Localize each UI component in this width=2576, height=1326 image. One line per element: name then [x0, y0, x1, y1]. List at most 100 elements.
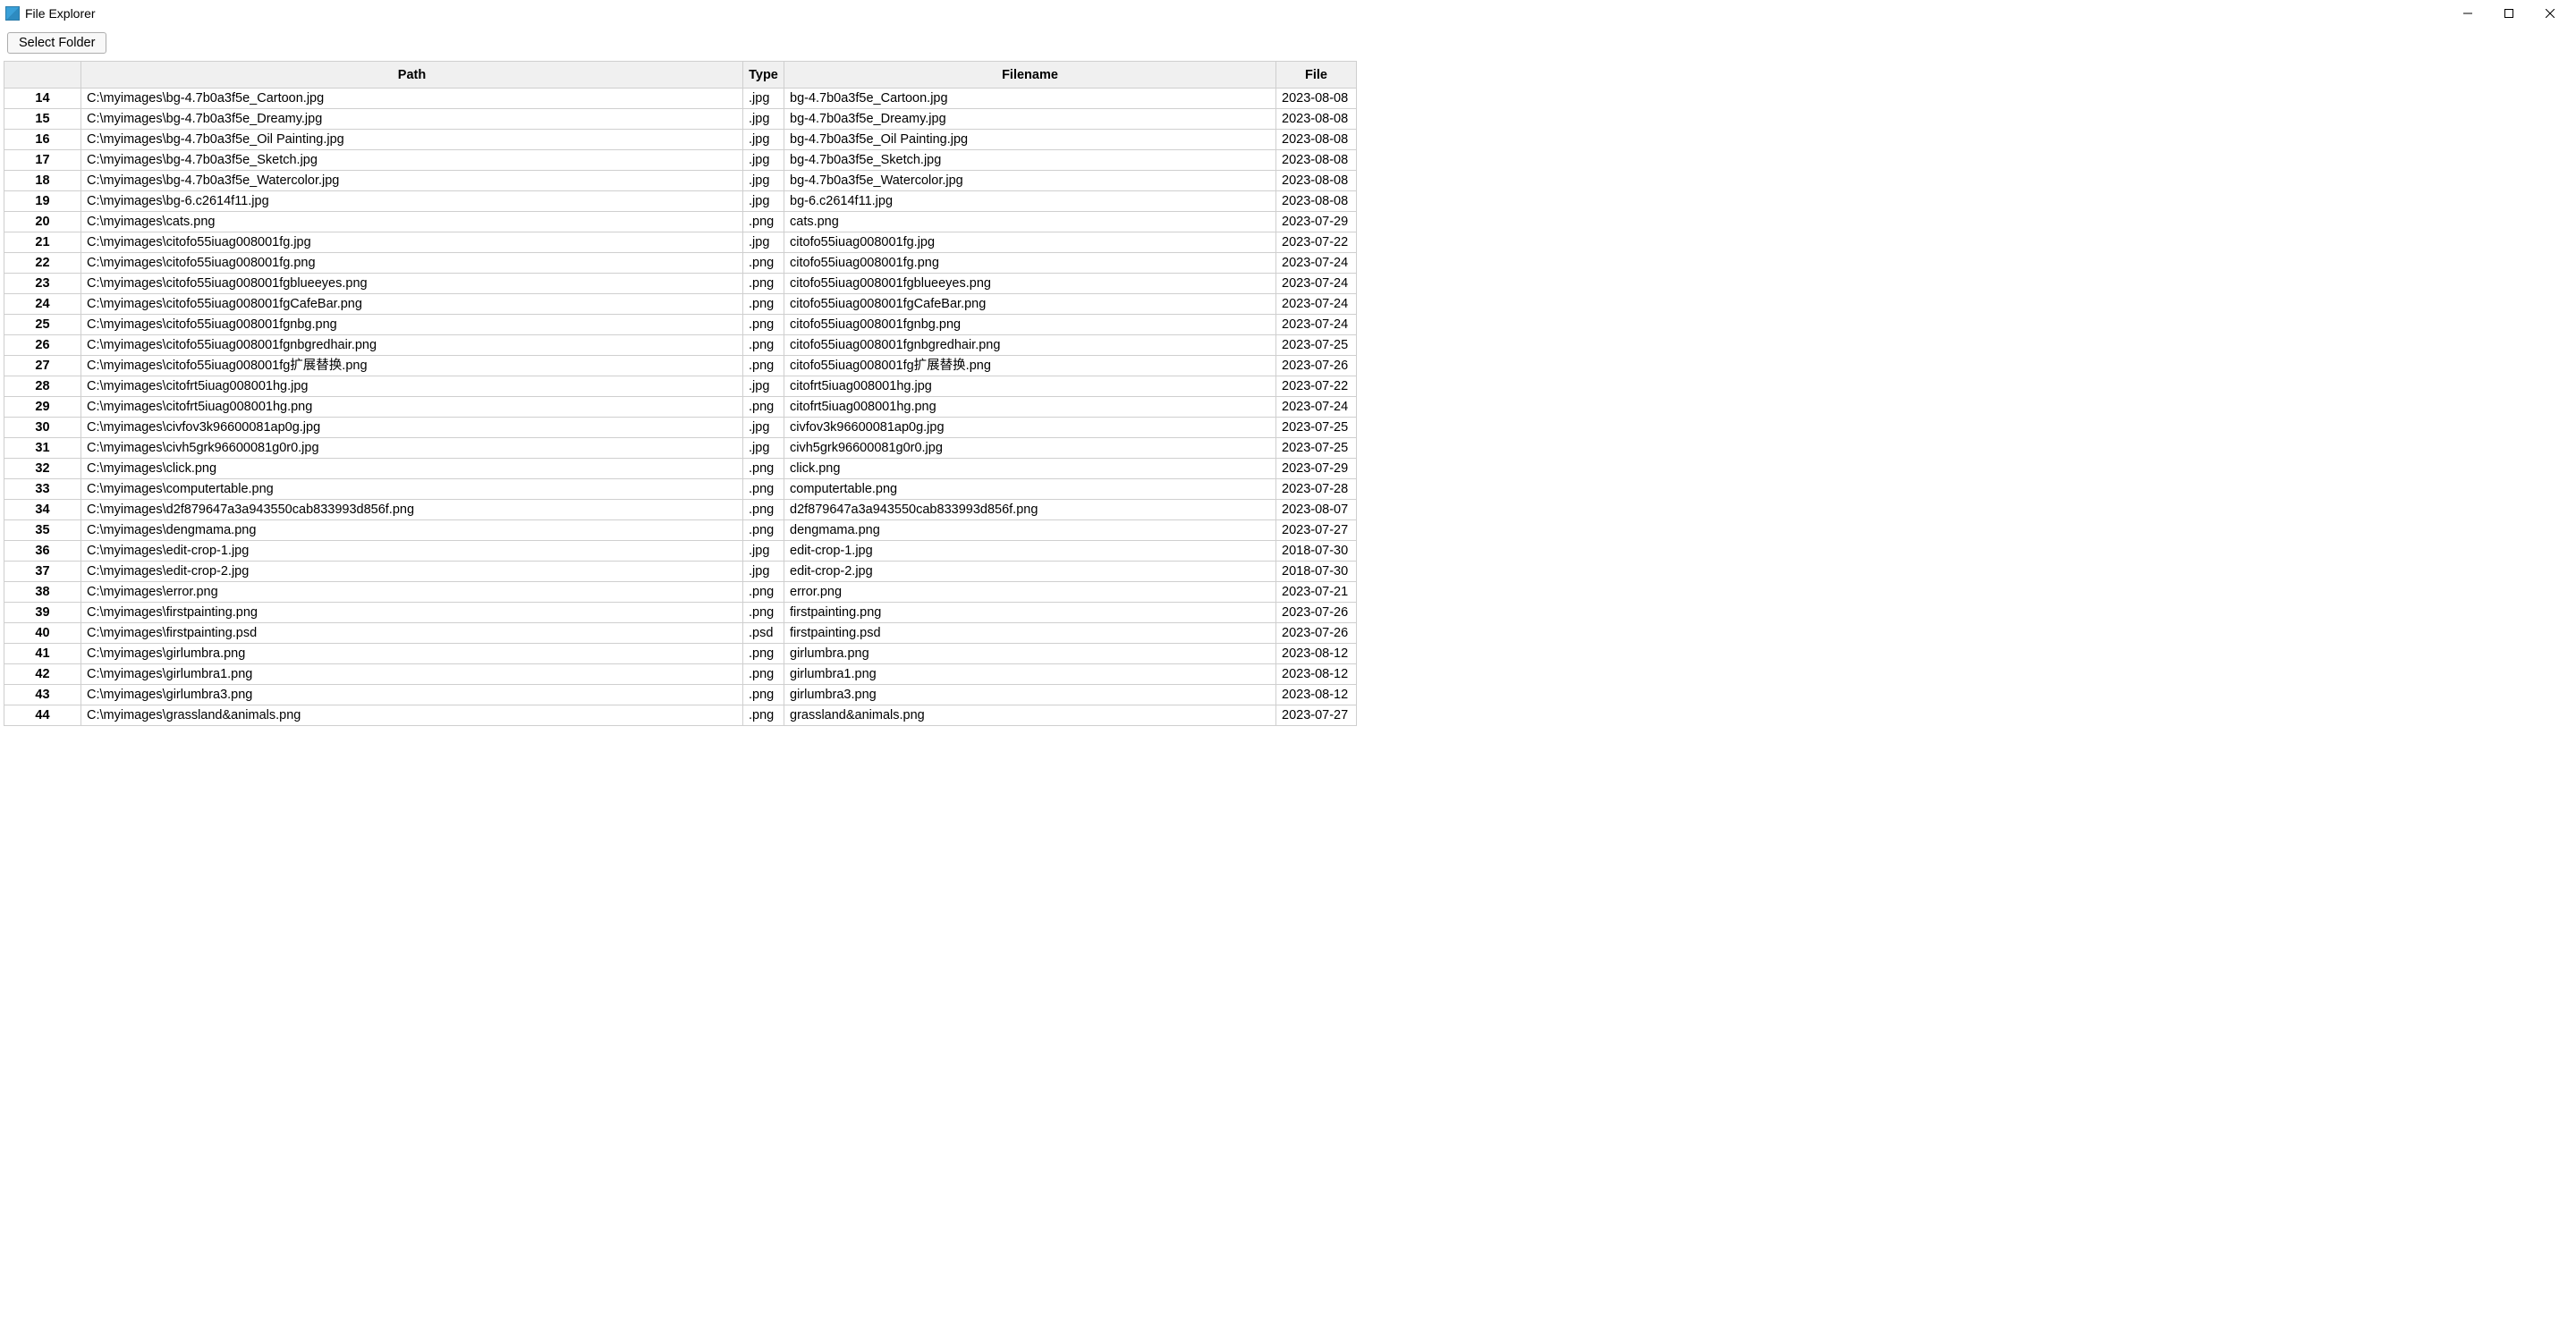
cell-type[interactable]: .png	[743, 315, 784, 335]
cell-date[interactable]: 2023-07-21	[1276, 582, 1357, 603]
cell-path[interactable]: C:\myimages\girlumbra.png	[81, 644, 743, 664]
table-row[interactable]: 41C:\myimages\girlumbra.png.pnggirlumbra…	[4, 644, 1357, 664]
cell-path[interactable]: C:\myimages\d2f879647a3a943550cab833993d…	[81, 500, 743, 520]
cell-filename[interactable]: cats.png	[784, 212, 1276, 232]
row-number[interactable]: 16	[4, 130, 81, 150]
cell-path[interactable]: C:\myimages\click.png	[81, 459, 743, 479]
cell-type[interactable]: .png	[743, 356, 784, 376]
cell-date[interactable]: 2018-07-30	[1276, 562, 1357, 582]
cell-date[interactable]: 2023-07-27	[1276, 520, 1357, 541]
cell-type[interactable]: .jpg	[743, 150, 784, 171]
cell-filename[interactable]: bg-4.7b0a3f5e_Sketch.jpg	[784, 150, 1276, 171]
cell-date[interactable]: 2023-08-08	[1276, 191, 1357, 212]
row-number[interactable]: 34	[4, 500, 81, 520]
cell-type[interactable]: .jpg	[743, 376, 784, 397]
cell-date[interactable]: 2023-07-25	[1276, 438, 1357, 459]
cell-date[interactable]: 2023-08-08	[1276, 130, 1357, 150]
cell-date[interactable]: 2023-07-29	[1276, 459, 1357, 479]
table-row[interactable]: 37C:\myimages\edit-crop-2.jpg.jpgedit-cr…	[4, 562, 1357, 582]
row-number[interactable]: 35	[4, 520, 81, 541]
cell-filename[interactable]: error.png	[784, 582, 1276, 603]
cell-date[interactable]: 2023-07-27	[1276, 705, 1357, 726]
cell-type[interactable]: .png	[743, 397, 784, 418]
cell-filename[interactable]: firstpainting.psd	[784, 623, 1276, 644]
maximize-button[interactable]	[2488, 0, 2529, 27]
table-row[interactable]: 29C:\myimages\citofrt5iuag008001hg.png.p…	[4, 397, 1357, 418]
cell-filename[interactable]: d2f879647a3a943550cab833993d856f.png	[784, 500, 1276, 520]
cell-filename[interactable]: citofo55iuag008001fg.jpg	[784, 232, 1276, 253]
cell-filename[interactable]: citofo55iuag008001fg.png	[784, 253, 1276, 274]
cell-date[interactable]: 2023-07-26	[1276, 603, 1357, 623]
row-number[interactable]: 42	[4, 664, 81, 685]
cell-path[interactable]: C:\myimages\citofo55iuag008001fgCafeBar.…	[81, 294, 743, 315]
cell-type[interactable]: .png	[743, 603, 784, 623]
cell-path[interactable]: C:\myimages\edit-crop-1.jpg	[81, 541, 743, 562]
cell-type[interactable]: .jpg	[743, 418, 784, 438]
cell-path[interactable]: C:\myimages\edit-crop-2.jpg	[81, 562, 743, 582]
cell-filename[interactable]: edit-crop-1.jpg	[784, 541, 1276, 562]
cell-path[interactable]: C:\myimages\civfov3k96600081ap0g.jpg	[81, 418, 743, 438]
cell-date[interactable]: 2023-07-24	[1276, 253, 1357, 274]
cell-path[interactable]: C:\myimages\error.png	[81, 582, 743, 603]
cell-path[interactable]: C:\myimages\bg-4.7b0a3f5e_Oil Painting.j…	[81, 130, 743, 150]
cell-date[interactable]: 2023-07-26	[1276, 623, 1357, 644]
cell-date[interactable]: 2023-08-12	[1276, 644, 1357, 664]
row-number[interactable]: 17	[4, 150, 81, 171]
cell-date[interactable]: 2023-08-12	[1276, 664, 1357, 685]
table-row[interactable]: 36C:\myimages\edit-crop-1.jpg.jpgedit-cr…	[4, 541, 1357, 562]
row-number[interactable]: 20	[4, 212, 81, 232]
table-row[interactable]: 16C:\myimages\bg-4.7b0a3f5e_Oil Painting…	[4, 130, 1357, 150]
cell-date[interactable]: 2023-08-08	[1276, 89, 1357, 109]
table-row[interactable]: 15C:\myimages\bg-4.7b0a3f5e_Dreamy.jpg.j…	[4, 109, 1357, 130]
table-row[interactable]: 22C:\myimages\citofo55iuag008001fg.png.p…	[4, 253, 1357, 274]
header-filename[interactable]: Filename	[784, 62, 1276, 89]
row-number[interactable]: 41	[4, 644, 81, 664]
row-number[interactable]: 28	[4, 376, 81, 397]
cell-date[interactable]: 2023-07-25	[1276, 418, 1357, 438]
cell-path[interactable]: C:\myimages\citofo55iuag008001fgnbgredha…	[81, 335, 743, 356]
table-row[interactable]: 27C:\myimages\citofo55iuag008001fg扩展替换.p…	[4, 356, 1357, 376]
cell-filename[interactable]: citofo55iuag008001fgnbgredhair.png	[784, 335, 1276, 356]
cell-path[interactable]: C:\myimages\citofo55iuag008001fg.png	[81, 253, 743, 274]
cell-type[interactable]: .jpg	[743, 232, 784, 253]
header-rownum[interactable]	[4, 62, 81, 89]
cell-filename[interactable]: grassland&animals.png	[784, 705, 1276, 726]
row-number[interactable]: 40	[4, 623, 81, 644]
cell-type[interactable]: .png	[743, 294, 784, 315]
cell-path[interactable]: C:\myimages\citofo55iuag008001fg扩展替换.png	[81, 356, 743, 376]
table-row[interactable]: 21C:\myimages\citofo55iuag008001fg.jpg.j…	[4, 232, 1357, 253]
cell-date[interactable]: 2023-07-22	[1276, 232, 1357, 253]
cell-path[interactable]: C:\myimages\computertable.png	[81, 479, 743, 500]
cell-path[interactable]: C:\myimages\bg-4.7b0a3f5e_Sketch.jpg	[81, 150, 743, 171]
cell-path[interactable]: C:\myimages\citofo55iuag008001fg.jpg	[81, 232, 743, 253]
cell-type[interactable]: .jpg	[743, 191, 784, 212]
minimize-button[interactable]	[2447, 0, 2488, 27]
table-row[interactable]: 25C:\myimages\citofo55iuag008001fgnbg.pn…	[4, 315, 1357, 335]
table-row[interactable]: 38C:\myimages\error.png.pngerror.png2023…	[4, 582, 1357, 603]
row-number[interactable]: 23	[4, 274, 81, 294]
table-row[interactable]: 14C:\myimages\bg-4.7b0a3f5e_Cartoon.jpg.…	[4, 89, 1357, 109]
cell-date[interactable]: 2023-07-24	[1276, 397, 1357, 418]
cell-type[interactable]: .jpg	[743, 89, 784, 109]
cell-filename[interactable]: bg-6.c2614f11.jpg	[784, 191, 1276, 212]
cell-path[interactable]: C:\myimages\dengmama.png	[81, 520, 743, 541]
row-number[interactable]: 31	[4, 438, 81, 459]
cell-type[interactable]: .png	[743, 335, 784, 356]
row-number[interactable]: 39	[4, 603, 81, 623]
cell-filename[interactable]: dengmama.png	[784, 520, 1276, 541]
table-row[interactable]: 34C:\myimages\d2f879647a3a943550cab83399…	[4, 500, 1357, 520]
header-path[interactable]: Path	[81, 62, 743, 89]
cell-path[interactable]: C:\myimages\firstpainting.psd	[81, 623, 743, 644]
row-number[interactable]: 15	[4, 109, 81, 130]
row-number[interactable]: 14	[4, 89, 81, 109]
cell-filename[interactable]: bg-4.7b0a3f5e_Watercolor.jpg	[784, 171, 1276, 191]
cell-filename[interactable]: civh5grk96600081g0r0.jpg	[784, 438, 1276, 459]
file-table[interactable]: Path Type Filename File 14C:\myimages\bg…	[4, 61, 1357, 726]
cell-type[interactable]: .jpg	[743, 562, 784, 582]
cell-type[interactable]: .jpg	[743, 541, 784, 562]
cell-date[interactable]: 2023-07-24	[1276, 274, 1357, 294]
row-number[interactable]: 32	[4, 459, 81, 479]
cell-path[interactable]: C:\myimages\cats.png	[81, 212, 743, 232]
cell-type[interactable]: .jpg	[743, 171, 784, 191]
row-number[interactable]: 22	[4, 253, 81, 274]
